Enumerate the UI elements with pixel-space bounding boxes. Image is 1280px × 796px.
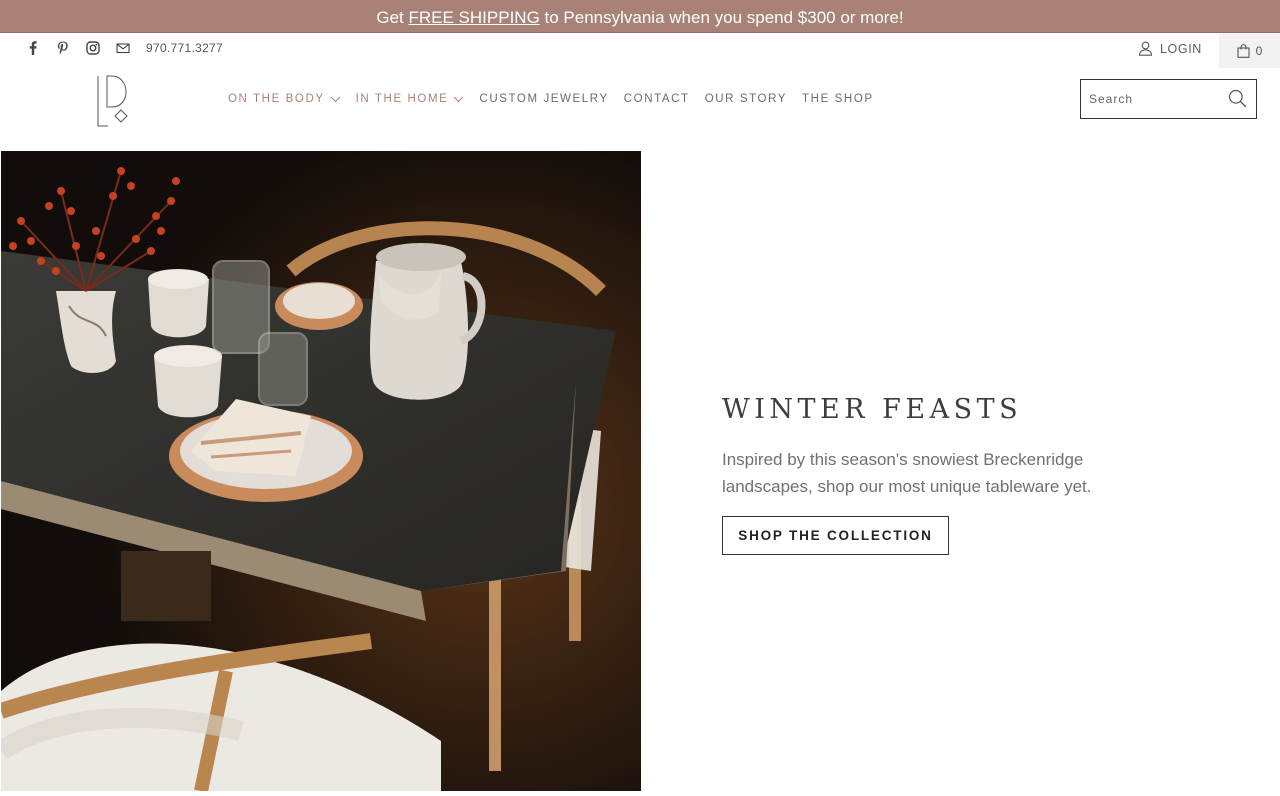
login-link[interactable]: LOGIN: [1138, 41, 1202, 56]
nav-label: CUSTOM JEWELRY: [479, 93, 609, 105]
main-nav: ON THE BODY IN THE HOME CUSTOM JEWELRY C…: [228, 93, 889, 105]
social-links: 970.771.3277: [26, 41, 223, 55]
mail-icon[interactable]: [116, 41, 130, 55]
search-input[interactable]: [1089, 84, 1224, 114]
search-icon[interactable]: [1228, 89, 1247, 108]
pinterest-icon[interactable]: [56, 41, 70, 55]
login-label: LOGIN: [1160, 41, 1202, 56]
nav-label: THE SHOP: [802, 93, 874, 105]
search-box: [1080, 79, 1257, 119]
nav-item-in-the-home[interactable]: IN THE HOME: [356, 93, 465, 105]
hero-title: WINTER FEASTS: [722, 394, 1023, 425]
nav-item-the-shop[interactable]: THE SHOP: [802, 93, 874, 105]
shopping-bag-icon: [1237, 44, 1250, 58]
free-shipping-link[interactable]: FREE SHIPPING: [408, 8, 539, 27]
chevron-down-icon: [330, 96, 340, 102]
hero-image: [1, 151, 641, 791]
nav-label: ON THE BODY: [228, 93, 325, 105]
nav-label: CONTACT: [623, 93, 690, 105]
brand-logo[interactable]: [96, 74, 130, 130]
nav-label: OUR STORY: [704, 93, 788, 105]
phone-number[interactable]: 970.771.3277: [146, 41, 223, 55]
hero-description: Inspired by this season's snowiest Breck…: [722, 450, 1092, 496]
nav-item-on-the-body[interactable]: ON THE BODY: [228, 93, 341, 105]
instagram-icon[interactable]: [86, 41, 100, 55]
announcement-suffix: to Pennsylvania when you spend $300 or m…: [539, 8, 904, 27]
nav-item-contact[interactable]: CONTACT: [624, 93, 690, 105]
cart-count: 0: [1255, 44, 1263, 58]
nav-item-custom-jewelry[interactable]: CUSTOM JEWELRY: [479, 93, 608, 105]
announcement-prefix: Get: [376, 8, 409, 27]
nav-label: IN THE HOME: [355, 93, 449, 105]
cart-button[interactable]: 0: [1219, 34, 1280, 68]
user-icon: [1138, 41, 1153, 56]
utility-bar: 970.771.3277 LOGIN 0: [0, 34, 1280, 68]
nav-item-our-story[interactable]: OUR STORY: [705, 93, 787, 105]
facebook-icon[interactable]: [26, 41, 40, 55]
shop-collection-button[interactable]: SHOP THE COLLECTION: [722, 516, 949, 555]
chevron-down-icon: [454, 96, 464, 102]
announcement-bar: Get FREE SHIPPING to Pennsylvania when y…: [0, 0, 1280, 33]
